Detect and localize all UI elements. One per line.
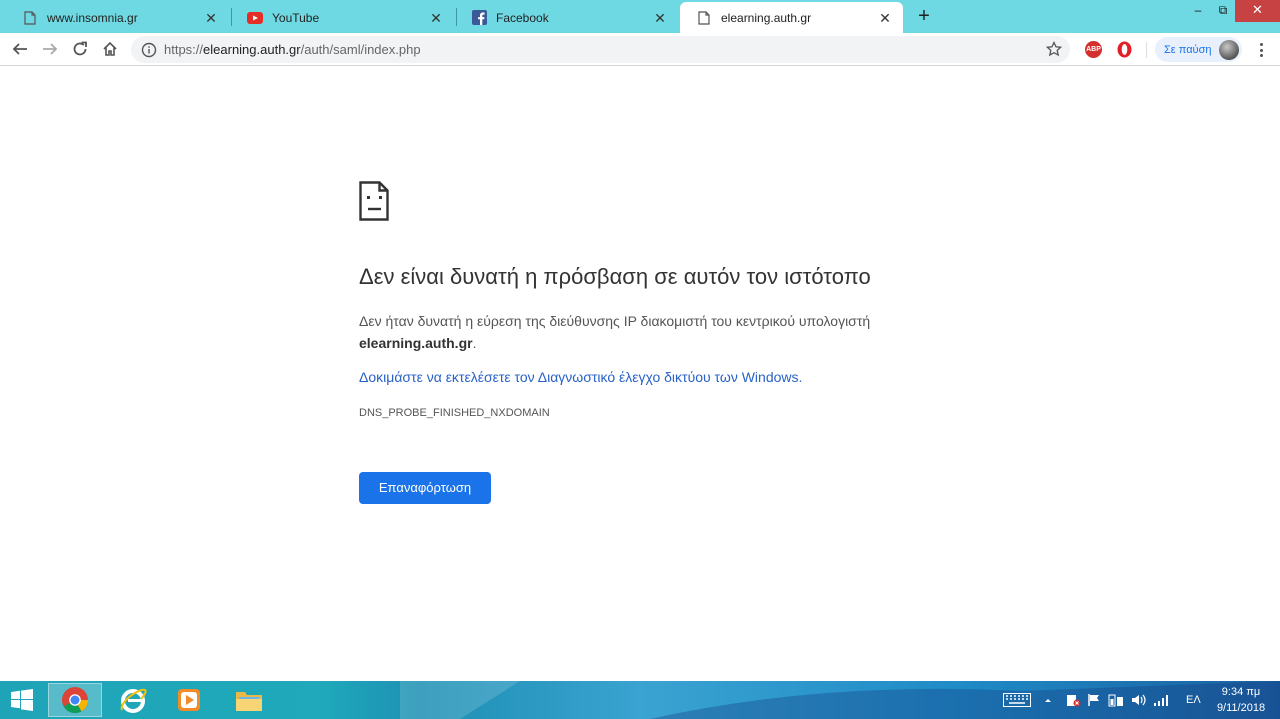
tab-title: Facebook bbox=[496, 10, 549, 25]
tab-youtube[interactable]: YouTube ✕ bbox=[231, 2, 454, 33]
arrow-left-icon bbox=[12, 43, 27, 55]
system-clock[interactable]: 9:34 πμ 9/11/2018 bbox=[1210, 684, 1272, 716]
security-alert-icon[interactable] bbox=[1065, 681, 1081, 719]
reload-icon bbox=[73, 41, 87, 56]
start-button[interactable] bbox=[0, 681, 44, 719]
close-icon[interactable]: ✕ bbox=[203, 10, 219, 26]
internet-explorer-icon bbox=[120, 688, 147, 713]
facebook-icon bbox=[471, 10, 487, 26]
url-text: https://elearning.auth.gr/auth/saml/inde… bbox=[164, 42, 421, 57]
close-window-button[interactable]: ✕ bbox=[1235, 0, 1280, 22]
new-tab-button[interactable]: + bbox=[913, 6, 935, 28]
tab-strip: www.insomnia.gr ✕ YouTube ✕ Facebook ✕ e… bbox=[0, 0, 1280, 33]
error-code: DNS_PROBE_FINISHED_NXDOMAIN bbox=[359, 407, 550, 419]
home-icon bbox=[103, 41, 117, 56]
reload-button[interactable] bbox=[68, 37, 92, 61]
close-icon[interactable]: ✕ bbox=[428, 10, 444, 26]
reload-page-button[interactable]: Επαναφόρτωση bbox=[359, 472, 491, 504]
youtube-icon bbox=[247, 10, 263, 26]
clock-date: 9/11/2018 bbox=[1216, 702, 1266, 714]
network-signal-icon[interactable] bbox=[1153, 681, 1169, 719]
error-host: elearning.auth.gr bbox=[359, 335, 473, 351]
profile-status: Σε παύση bbox=[1164, 43, 1212, 56]
windows-logo-icon bbox=[11, 689, 33, 711]
windows-taskbar: ΕΛ 9:34 πμ 9/11/2018 bbox=[0, 681, 1280, 719]
error-title: Δεν είναι δυνατή η πρόσβαση σε αυτόν τον… bbox=[359, 264, 871, 289]
back-button[interactable] bbox=[8, 37, 32, 61]
input-language[interactable]: ΕΛ bbox=[1186, 681, 1201, 719]
media-player-icon bbox=[178, 689, 200, 711]
taskbar-internet-explorer[interactable] bbox=[106, 683, 160, 717]
taskbar-media-player[interactable] bbox=[162, 683, 216, 717]
browser-toolbar: https://elearning.auth.gr/auth/saml/inde… bbox=[0, 33, 1280, 66]
minimize-button[interactable]: ‒ bbox=[1185, 0, 1211, 22]
error-page: Δεν είναι δυνατή η πρόσβαση σε αυτόν τον… bbox=[0, 67, 1280, 681]
page-icon bbox=[696, 10, 712, 26]
tab-insomnia[interactable]: www.insomnia.gr ✕ bbox=[6, 2, 229, 33]
file-explorer-icon bbox=[236, 692, 262, 711]
info-icon[interactable] bbox=[141, 42, 157, 58]
page-icon bbox=[22, 10, 38, 26]
battery-icon[interactable] bbox=[1108, 681, 1124, 719]
tab-elearning[interactable]: elearning.auth.gr ✕ bbox=[680, 2, 903, 33]
opera-icon[interactable] bbox=[1116, 41, 1133, 58]
flag-icon[interactable] bbox=[1087, 681, 1101, 719]
taskbar-chrome[interactable] bbox=[48, 683, 102, 717]
network-diagnostics-link[interactable]: Δοκιμάστε να εκτελέσετε τον Διαγνωστικό … bbox=[359, 369, 802, 385]
profile-button[interactable]: Σε παύση bbox=[1155, 37, 1242, 62]
chevron-up-icon bbox=[1045, 699, 1051, 702]
tab-title: YouTube bbox=[272, 10, 320, 25]
kebab-menu-icon[interactable] bbox=[1253, 41, 1269, 59]
adblock-plus-icon[interactable]: ABP bbox=[1085, 41, 1102, 58]
wallpaper-decoration bbox=[400, 681, 1280, 719]
clock-time: 9:34 πμ bbox=[1221, 686, 1261, 698]
chrome-icon bbox=[62, 687, 89, 714]
taskbar-file-explorer[interactable] bbox=[222, 683, 276, 717]
restore-button[interactable]: ⧉ bbox=[1211, 0, 1235, 22]
avatar bbox=[1219, 39, 1239, 60]
sad-page-icon bbox=[359, 181, 389, 221]
bookmark-star-icon[interactable] bbox=[1046, 41, 1062, 57]
toolbar-divider bbox=[1146, 42, 1147, 58]
address-bar[interactable]: https://elearning.auth.gr/auth/saml/inde… bbox=[131, 36, 1070, 63]
home-button[interactable] bbox=[98, 37, 122, 61]
close-icon[interactable]: ✕ bbox=[652, 10, 668, 26]
show-hidden-icons-button[interactable] bbox=[1043, 681, 1053, 719]
tab-title: elearning.auth.gr bbox=[721, 10, 812, 25]
tab-facebook[interactable]: Facebook ✕ bbox=[455, 2, 678, 33]
touch-keyboard-icon[interactable] bbox=[1003, 681, 1031, 719]
close-icon[interactable]: ✕ bbox=[877, 10, 893, 26]
error-description: Δεν ήταν δυνατή η εύρεση της διεύθυνσης … bbox=[359, 313, 871, 351]
arrow-right-icon bbox=[43, 43, 58, 55]
volume-icon[interactable] bbox=[1131, 681, 1147, 719]
forward-button[interactable] bbox=[38, 37, 62, 61]
tab-title: www.insomnia.gr bbox=[47, 10, 138, 25]
